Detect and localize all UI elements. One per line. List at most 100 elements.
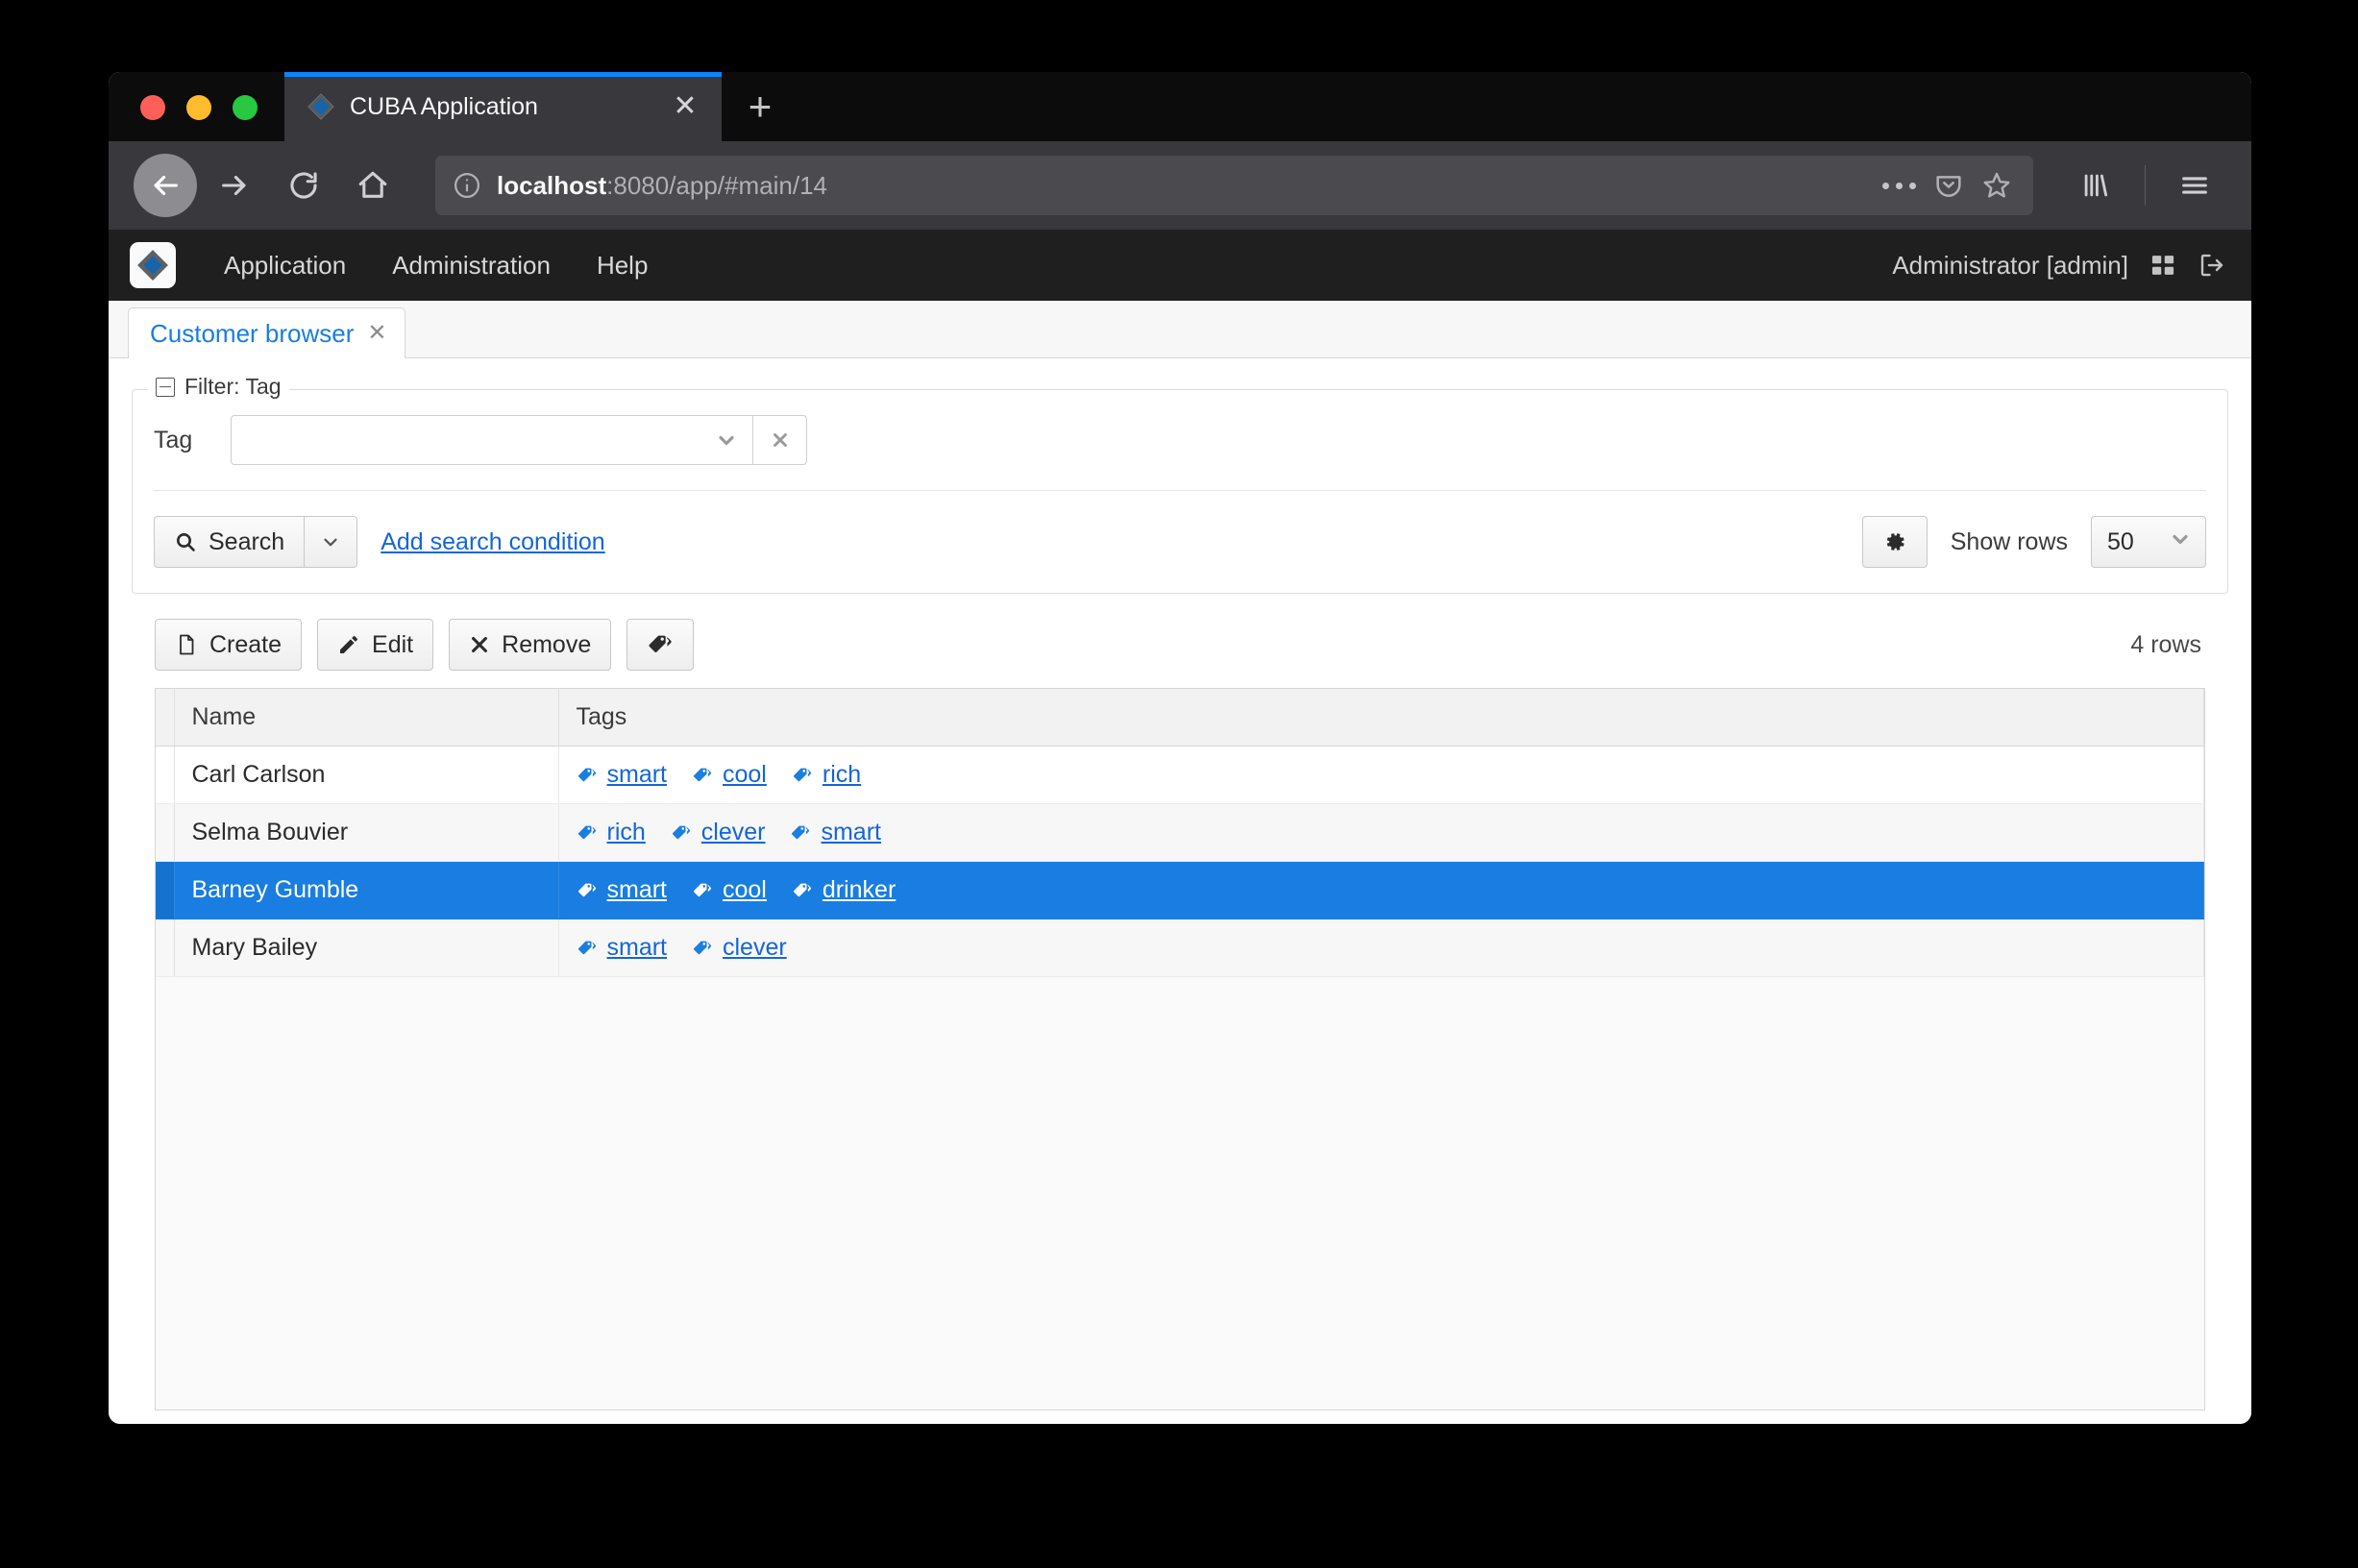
browser-nav-bar: localhost:8080/app/#main/14 xyxy=(109,141,2251,230)
tag-label: cool xyxy=(723,876,767,904)
cuba-logo-icon[interactable] xyxy=(130,242,176,288)
filter-legend[interactable]: Filter: Tag xyxy=(148,374,289,400)
tag-input[interactable] xyxy=(231,415,700,465)
search-button[interactable]: Search xyxy=(154,516,304,568)
cell-tags: rich clever smart xyxy=(558,804,2204,862)
reload-icon[interactable] xyxy=(272,154,335,217)
customers-table-element: Name Tags Carl Carlson xyxy=(156,689,2204,977)
work-area: Customer browser ✕ Filter: Tag Tag xyxy=(109,301,2251,1424)
table-row[interactable]: Carl Carlson smart cool xyxy=(156,747,2204,804)
tag-icon xyxy=(790,822,811,844)
cell-name: Mary Bailey xyxy=(174,919,558,977)
show-rows-value: 50 xyxy=(2107,528,2134,556)
browser-tab-title: CUBA Application xyxy=(350,93,651,121)
filter-panel: Filter: Tag Tag xyxy=(132,389,2228,594)
show-rows-select[interactable]: 50 xyxy=(2091,516,2206,568)
new-tab-button[interactable]: + xyxy=(722,72,798,141)
table-header-name[interactable]: Name xyxy=(174,689,558,747)
tags-icon xyxy=(647,631,674,658)
tag-combobox[interactable] xyxy=(231,415,807,465)
row-selection-cell[interactable] xyxy=(156,804,174,862)
home-icon[interactable] xyxy=(341,154,405,217)
tag-link[interactable]: rich xyxy=(792,761,861,789)
tag-link[interactable]: rich xyxy=(577,819,646,846)
app-grid-icon[interactable] xyxy=(2149,252,2176,279)
tag-label: smart xyxy=(821,819,881,846)
close-window-button[interactable] xyxy=(140,95,165,120)
menu-item-application[interactable]: Application xyxy=(201,251,369,281)
cell-name: Barney Gumble xyxy=(174,862,558,919)
clear-x-icon[interactable] xyxy=(753,415,807,465)
ellipsis-icon[interactable] xyxy=(1882,183,1916,189)
current-user-label: Administrator [admin] xyxy=(1892,251,2128,281)
close-icon[interactable]: ✕ xyxy=(666,87,704,126)
row-selection-cell[interactable] xyxy=(156,862,174,919)
table-body: Carl Carlson smart cool xyxy=(156,747,2204,977)
tag-icon xyxy=(577,822,598,844)
remove-button[interactable]: Remove xyxy=(449,619,611,671)
library-icon[interactable] xyxy=(2064,154,2127,217)
browser-tab[interactable]: CUBA Application ✕ xyxy=(284,72,722,141)
pocket-icon[interactable] xyxy=(1933,170,1964,201)
edit-button[interactable]: Edit xyxy=(317,619,433,671)
url-bar[interactable]: localhost:8080/app/#main/14 xyxy=(435,156,2033,215)
table-head: Name Tags xyxy=(156,689,2204,747)
row-count-label: 4 rows xyxy=(2130,631,2205,659)
url-bar-actions xyxy=(1882,170,2016,201)
tag-link[interactable]: smart xyxy=(577,876,668,904)
cell-name: Selma Bouvier xyxy=(174,804,558,862)
row-selection-cell[interactable] xyxy=(156,919,174,977)
tag-link[interactable]: clever xyxy=(671,819,766,846)
filter-settings-button[interactable] xyxy=(1862,516,1928,568)
forward-arrow-icon[interactable] xyxy=(203,154,266,217)
back-arrow-icon[interactable] xyxy=(134,154,197,217)
tag-link[interactable]: smart xyxy=(577,761,668,789)
maximize-window-button[interactable] xyxy=(233,95,258,120)
table-row[interactable]: Mary Bailey smart clever xyxy=(156,919,2204,977)
add-search-condition-link[interactable]: Add search condition xyxy=(381,528,604,556)
window-controls xyxy=(109,95,284,141)
star-icon[interactable] xyxy=(1981,170,2012,201)
logout-icon[interactable] xyxy=(2198,251,2226,280)
customers-table: Name Tags Carl Carlson xyxy=(155,688,2205,1410)
tag-link[interactable]: smart xyxy=(790,819,881,846)
collapse-minus-icon[interactable] xyxy=(156,378,175,397)
table-row[interactable]: Selma Bouvier rich clever xyxy=(156,804,2204,862)
tag-link[interactable]: cool xyxy=(692,761,767,789)
table-row-selected[interactable]: Barney Gumble smart cool xyxy=(156,862,2204,919)
menu-item-administration[interactable]: Administration xyxy=(369,251,574,281)
browser-tab-strip: CUBA Application ✕ + xyxy=(109,72,2251,141)
edit-button-label: Edit xyxy=(372,631,413,659)
tag-link[interactable]: smart xyxy=(577,934,668,962)
close-icon[interactable]: ✕ xyxy=(367,322,386,345)
tag-link[interactable]: cool xyxy=(692,876,767,904)
tag-link[interactable]: drinker xyxy=(792,876,896,904)
x-icon xyxy=(469,634,490,655)
search-options-button[interactable] xyxy=(304,516,357,568)
tag-icon xyxy=(792,765,813,786)
pencil-icon xyxy=(337,633,360,656)
minimize-window-button[interactable] xyxy=(186,95,211,120)
create-button[interactable]: Create xyxy=(155,619,302,671)
hamburger-menu-icon[interactable] xyxy=(2163,154,2226,217)
workspace-tab-customer-browser[interactable]: Customer browser ✕ xyxy=(128,307,405,358)
remove-button-label: Remove xyxy=(502,631,591,659)
browser-window: CUBA Application ✕ + localhost:8080/app/… xyxy=(109,72,2251,1424)
url-host: localhost xyxy=(497,171,606,200)
toolbar-divider xyxy=(2145,165,2146,206)
show-rows-label: Show rows xyxy=(1951,528,2068,556)
chevron-down-icon[interactable] xyxy=(700,415,753,465)
tag-icon xyxy=(692,765,713,786)
tag-label: rich xyxy=(607,819,646,846)
manage-tags-button[interactable] xyxy=(626,619,694,671)
row-selection-cell[interactable] xyxy=(156,747,174,804)
tag-label: cool xyxy=(723,761,767,789)
tag-field-label: Tag xyxy=(154,427,208,454)
info-icon[interactable] xyxy=(453,171,481,200)
url-text[interactable]: localhost:8080/app/#main/14 xyxy=(497,171,1867,201)
tag-link[interactable]: clever xyxy=(692,934,787,962)
app-header: Application Administration Help Administ… xyxy=(109,230,2251,301)
app-header-right: Administrator [admin] xyxy=(1892,251,2226,281)
menu-item-help[interactable]: Help xyxy=(574,251,671,281)
table-header-tags[interactable]: Tags xyxy=(558,689,2204,747)
